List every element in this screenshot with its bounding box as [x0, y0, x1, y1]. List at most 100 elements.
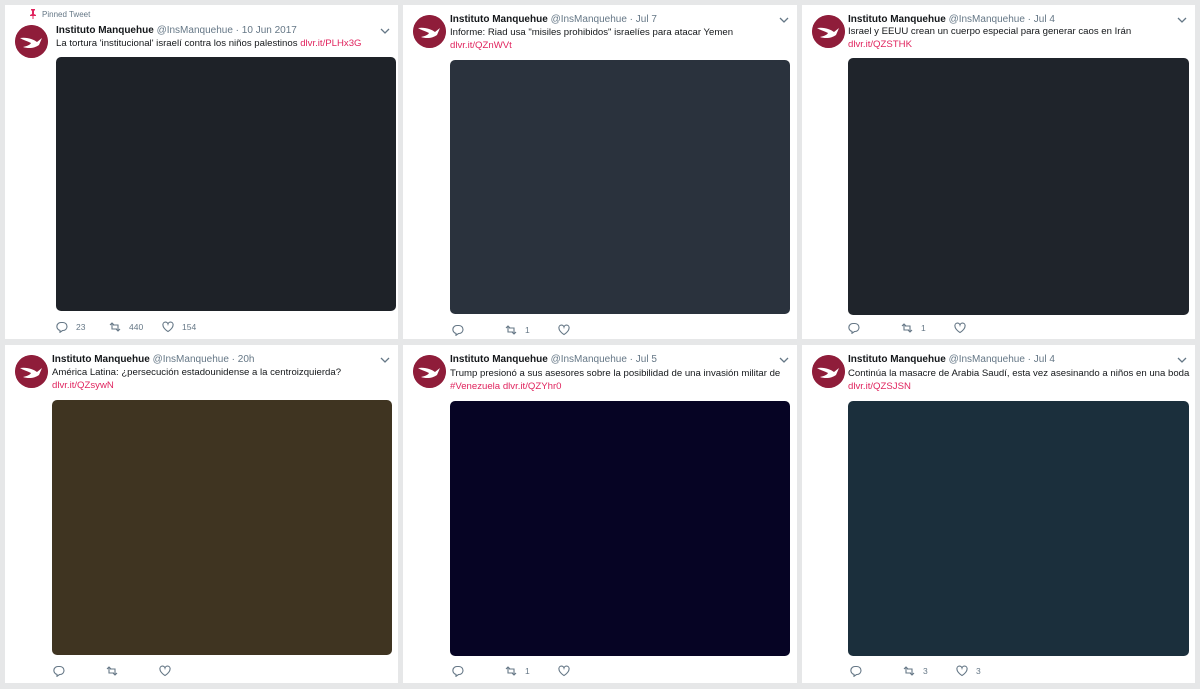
tweet-card[interactable]: Instituto Manquehue @InsManquehue · Jul … [802, 345, 1195, 683]
retweet-button[interactable] [106, 665, 159, 677]
chevron-down-icon [380, 28, 390, 34]
retweet-button[interactable]: 1 [505, 324, 558, 336]
retweet-icon [106, 666, 118, 676]
tweet-header: Instituto Manquehue @InsManquehue · Jul … [450, 14, 657, 25]
author-name[interactable]: Instituto Manquehue [848, 14, 946, 25]
retweet-count: 1 [921, 323, 926, 333]
tweet-date[interactable]: Jul 7 [636, 14, 657, 25]
tweet-link[interactable]: dlvr.it/QZSTHK [848, 38, 1131, 51]
tweet-menu-button[interactable] [380, 356, 390, 364]
separator-dot: · [235, 25, 240, 36]
tweet-media[interactable] [450, 60, 790, 314]
like-button[interactable] [558, 665, 578, 677]
like-button[interactable]: 3 [956, 665, 981, 677]
author-name[interactable]: Instituto Manquehue [56, 25, 154, 36]
bird-logo-icon [812, 15, 845, 48]
tweet-link[interactable]: dlvr.it/QZnWVt [450, 39, 733, 52]
tweet-media[interactable] [848, 58, 1189, 315]
retweet-button[interactable]: 1 [901, 322, 954, 334]
chevron-down-icon [1177, 357, 1187, 363]
tweet-date[interactable]: 20h [238, 354, 255, 365]
heart-icon [162, 321, 174, 333]
chevron-down-icon [779, 17, 789, 23]
tweet-actions: 1 [452, 324, 578, 336]
author-name[interactable]: Instituto Manquehue [450, 354, 548, 365]
tweet-text: Trump presionó a sus asesores sobre la p… [450, 367, 780, 393]
like-count: 154 [182, 322, 197, 332]
like-button[interactable] [159, 665, 179, 677]
tweet-card[interactable]: Instituto Manquehue @InsManquehue · 20h … [5, 345, 398, 683]
retweet-button[interactable]: 440 [109, 321, 162, 333]
tweet-header: Instituto Manquehue @InsManquehue · 20h [52, 354, 254, 365]
author-handle[interactable]: @InsManquehue [551, 354, 627, 365]
retweet-icon [505, 666, 517, 676]
tweet-menu-button[interactable] [779, 356, 789, 364]
chevron-down-icon [1177, 17, 1187, 23]
author-handle[interactable]: @InsManquehue [551, 14, 627, 25]
tweet-menu-button[interactable] [1177, 16, 1187, 24]
tweet-actions: 1 [452, 665, 578, 677]
bird-logo-icon [812, 355, 845, 388]
heart-icon [558, 665, 570, 677]
tweet-link[interactable]: dlvr.it/QZSJSN [848, 380, 1189, 393]
tweet-link[interactable]: dlvr.it/QZsywN [52, 379, 341, 392]
tweet-body: Continúa la masacre de Arabia Saudí, est… [848, 368, 1190, 379]
like-button[interactable] [954, 322, 974, 334]
author-handle[interactable]: @InsManquehue [157, 25, 233, 36]
reply-button[interactable] [850, 665, 903, 677]
pin-icon [30, 9, 36, 19]
author-handle[interactable]: @InsManquehue [949, 354, 1025, 365]
author-name[interactable]: Instituto Manquehue [52, 354, 150, 365]
pinned-label: Pinned Tweet [42, 9, 91, 19]
author-name[interactable]: Instituto Manquehue [450, 14, 548, 25]
tweet-card[interactable]: Instituto Manquehue @InsManquehue · Jul … [802, 5, 1195, 339]
avatar[interactable] [413, 15, 446, 48]
tweet-date[interactable]: Jul 4 [1034, 14, 1055, 25]
chevron-down-icon [380, 357, 390, 363]
author-handle[interactable]: @InsManquehue [153, 354, 229, 365]
reply-button[interactable] [452, 324, 505, 336]
tweet-header: Instituto Manquehue @InsManquehue · Jul … [848, 14, 1055, 25]
retweet-button[interactable]: 3 [903, 665, 956, 677]
tweet-link[interactable]: dlvr.it/QZYhr0 [503, 381, 562, 392]
retweet-button[interactable]: 1 [505, 665, 558, 677]
reply-button[interactable]: 23 [56, 321, 109, 333]
tweet-card[interactable]: Pinned Tweet Instituto Manquehue @InsMan… [5, 5, 398, 339]
avatar[interactable] [812, 15, 845, 48]
hashtag-link[interactable]: #Venezuela [450, 381, 500, 392]
tweet-menu-button[interactable] [380, 27, 390, 35]
avatar[interactable] [812, 355, 845, 388]
tweet-card[interactable]: Instituto Manquehue @InsManquehue · Jul … [403, 5, 797, 339]
tweet-date[interactable]: Jul 4 [1034, 354, 1055, 365]
separator-dot: · [629, 14, 634, 25]
tweet-link[interactable]: dlvr.it/PLHx3G [300, 38, 361, 49]
heart-icon [956, 665, 968, 677]
tweet-menu-button[interactable] [1177, 356, 1187, 364]
tweet-media[interactable] [56, 57, 396, 311]
avatar[interactable] [15, 25, 48, 58]
tweet-text: Continúa la masacre de Arabia Saudí, est… [848, 367, 1189, 393]
reply-button[interactable] [848, 322, 901, 334]
avatar[interactable] [413, 355, 446, 388]
separator-dot: · [629, 354, 634, 365]
tweet-menu-button[interactable] [779, 16, 789, 24]
reply-icon [848, 322, 860, 334]
heart-icon [954, 322, 966, 334]
author-handle[interactable]: @InsManquehue [949, 14, 1025, 25]
tweet-date[interactable]: Jul 5 [636, 354, 657, 365]
tweet-media[interactable] [450, 401, 790, 656]
retweet-icon [901, 323, 913, 333]
tweet-media[interactable] [52, 400, 392, 655]
reply-icon [56, 321, 68, 333]
tweet-date[interactable]: 10 Jun 2017 [242, 25, 297, 36]
avatar[interactable] [15, 355, 48, 388]
author-name[interactable]: Instituto Manquehue [848, 354, 946, 365]
like-button[interactable] [558, 324, 578, 336]
reply-button[interactable] [452, 665, 505, 677]
like-button[interactable]: 154 [162, 321, 196, 333]
tweet-media[interactable] [848, 401, 1189, 656]
like-count: 3 [976, 666, 981, 676]
tweet-card[interactable]: Instituto Manquehue @InsManquehue · Jul … [403, 345, 797, 683]
tweet-body: La tortura 'institucional' israelí contr… [56, 38, 298, 49]
reply-button[interactable] [53, 665, 106, 677]
